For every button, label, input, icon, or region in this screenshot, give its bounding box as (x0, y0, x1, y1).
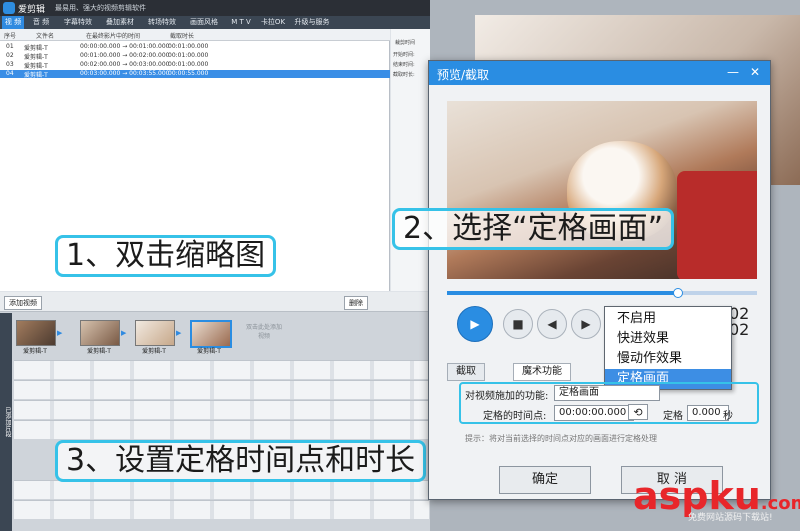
tab-video[interactable]: 视 频 (2, 16, 24, 29)
app-logo-icon (3, 2, 15, 14)
media-table-header: 序号 文件名 在最终影片中的时间 截取时长 (0, 29, 390, 41)
table-row-selected[interactable]: 04 爱剪辑-T 00:03:00.000 → 00:03:55.000 00:… (0, 70, 390, 79)
preview-cut-dialog: 预览/截取 — ✕ ▶ ■ ◀ ▶ 02 02 不启用 快进效果 慢动作效果 定… (428, 60, 771, 500)
hint-text: 提示：将对当前选择的时间点对应的画面进行定格处理 (465, 434, 657, 443)
table-row[interactable]: 01 爱剪辑-T 00:00:00.000 → 00:01:00.000 00:… (0, 43, 390, 52)
step-forward-icon[interactable]: ▶ (571, 309, 601, 339)
clip-thumbnail-label: 爱剪辑-T (23, 348, 47, 355)
timeline-toolbar: 添加视频 删除 (0, 292, 430, 312)
table-row[interactable]: 02 爱剪辑-T 00:01:00.000 → 00:02:00.000 00:… (0, 52, 390, 61)
end-label: 结束时间: (393, 62, 415, 68)
seek-bar-progress (447, 291, 677, 295)
clip-thumbnail-label: 爱剪辑-T (142, 348, 166, 355)
play-icon[interactable]: ▶ (457, 306, 493, 342)
video-preview (447, 101, 757, 279)
start-label: 开始时间: (393, 52, 415, 58)
col-timeline: 在最终影片中的时间 (86, 33, 141, 40)
chevron-right-icon: ▶ (176, 329, 182, 337)
tab-overlay[interactable]: 叠加素材 (100, 16, 140, 29)
tab-subtitle[interactable]: 字幕特效 (58, 16, 98, 29)
step-back-icon[interactable]: ◀ (537, 309, 567, 339)
menu-item-disable[interactable]: 不启用 (605, 309, 731, 329)
timeline-track[interactable] (14, 480, 429, 499)
col-duration: 截取时长 (170, 33, 195, 40)
duration-label: 截取时长: (393, 72, 415, 78)
delete-button[interactable]: 删除 (344, 296, 368, 310)
clip-settings-panel: 裁剪时间 开始时间: 结束时间: 截取时长: (391, 29, 430, 291)
timeline-track[interactable] (14, 500, 429, 519)
annotation-step-3: 3、设置定格时间点和时长 (55, 440, 427, 482)
annotation-step-2: 2、选择“定格画面” (392, 208, 675, 250)
clip-thumbnail-selected[interactable] (190, 320, 232, 348)
clip-thumbnail[interactable] (135, 320, 175, 346)
pick-time-icon[interactable]: ⟲ (628, 404, 648, 420)
time-display: 02 02 (729, 304, 750, 339)
chevron-right-icon: ▶ (57, 329, 63, 337)
tab-style[interactable]: 画面风格 (184, 16, 224, 29)
main-tab-bar: 视 频 音 频 字幕特效 叠加素材 转场特效 画面风格 M T V 卡拉OK 升… (0, 16, 430, 29)
stop-icon[interactable]: ■ (503, 309, 533, 339)
clip-thumbnail-label: 爱剪辑-T (197, 348, 221, 355)
timeline-track[interactable] (14, 420, 429, 439)
chevron-right-icon: ▶ (121, 329, 127, 337)
tab-karaoke[interactable]: 卡拉OK (258, 16, 288, 29)
dialog-title: 预览/截取 (437, 68, 490, 82)
seconds-unit: 秒 (723, 411, 733, 422)
freeze-time-input[interactable]: 00:00:00.000 (554, 405, 634, 421)
tab-transition[interactable]: 转场特效 (142, 16, 182, 29)
tab-magic[interactable]: 魔术功能 (513, 363, 571, 381)
app-title: 爱剪辑 (18, 5, 46, 15)
seek-knob[interactable] (673, 288, 683, 298)
tab-audio[interactable]: 音 频 (30, 16, 52, 29)
function-select[interactable]: 定格画面 (554, 385, 660, 401)
watermark-subtitle: 免费网站源码下载站! (688, 513, 773, 523)
timeline-track[interactable] (14, 360, 429, 379)
dialog-tabs: 截取 魔术功能 (447, 363, 757, 381)
function-label: 对视频施加的功能: (465, 391, 549, 402)
timeline-track[interactable] (14, 380, 429, 399)
tab-mtv[interactable]: M T V (226, 16, 256, 29)
freeze-time-label: 定格的时间点: (483, 411, 547, 422)
panel-title: 裁剪时间 (395, 40, 416, 46)
tab-upgrade[interactable]: 升级与服务 (290, 16, 334, 29)
table-row[interactable]: 03 爱剪辑-T 00:02:00.000 → 00:03:00.000 00:… (0, 61, 390, 70)
timeline-track[interactable] (14, 400, 429, 419)
ok-button[interactable]: 确定 (499, 466, 591, 494)
close-icon[interactable]: ✕ (747, 65, 763, 79)
col-filename: 文件名 (36, 33, 55, 40)
clip-thumbnail[interactable] (80, 320, 120, 346)
col-index: 序号 (4, 33, 17, 40)
empty-slot-hint[interactable]: 双击此处添加视频 (244, 322, 284, 340)
menu-item-fast-forward[interactable]: 快进效果 (605, 329, 731, 349)
annotation-step-1: 1、双击缩略图 (55, 235, 277, 277)
minimize-icon[interactable]: — (725, 65, 741, 79)
added-clips-label: 已添加片段 (0, 313, 12, 531)
add-video-button[interactable]: 添加视频 (4, 296, 42, 310)
clip-thumbnail[interactable] (16, 320, 56, 346)
clip-thumbnail-label: 爱剪辑-T (87, 348, 111, 355)
app-slogan: 最易用、强大的视频剪辑软件 (55, 4, 146, 12)
dialog-title-bar: 预览/截取 — ✕ (429, 61, 770, 85)
tab-cut[interactable]: 截取 (447, 363, 485, 381)
freeze-duration-label: 定格 (663, 411, 683, 422)
preview-red-cushion (677, 171, 757, 279)
